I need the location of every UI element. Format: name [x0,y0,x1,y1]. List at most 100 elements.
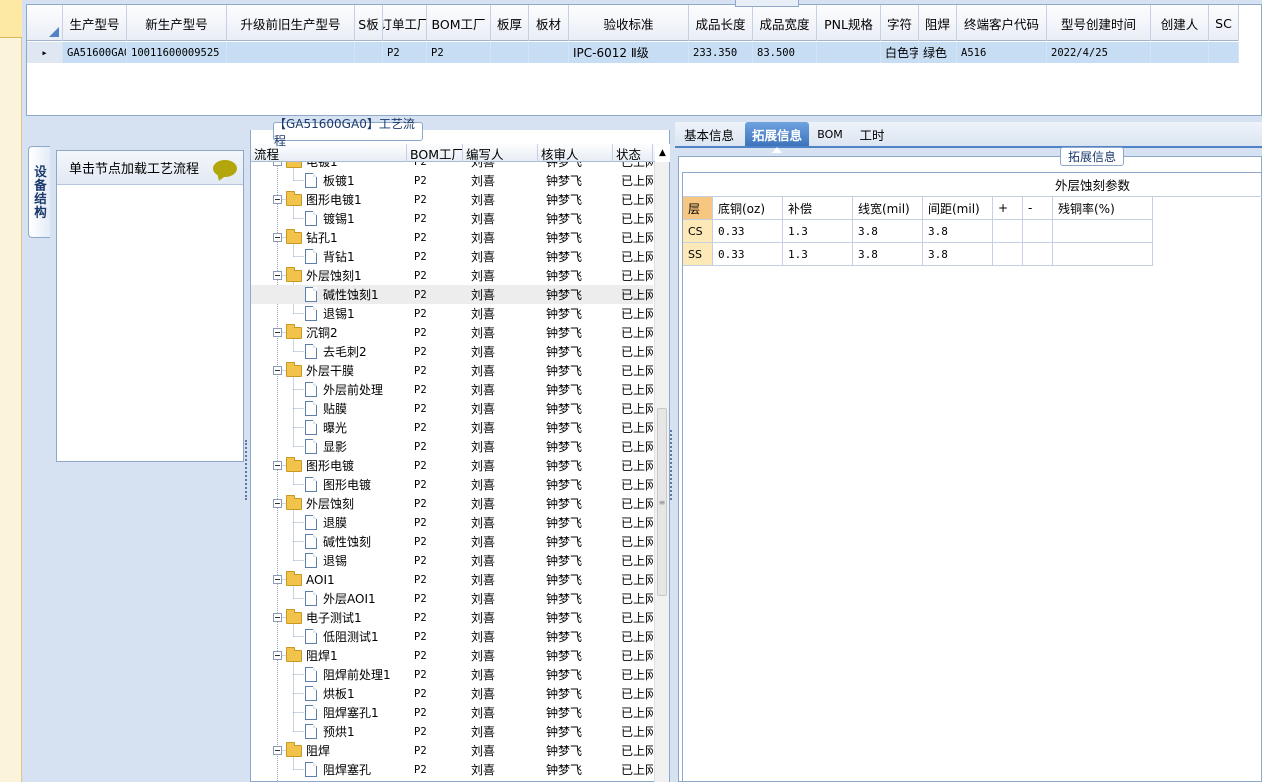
collapse-toggle-icon[interactable] [273,651,282,660]
tab-extended-info[interactable]: 拓展信息 [745,122,809,153]
process-row[interactable]: 碱性蚀刻1 P2 刘喜 钟梦飞 已上网 [251,285,653,304]
tab-equipment-structure[interactable]: 设备结构 [28,146,50,238]
right-splitter-grip[interactable] [670,430,672,500]
grid-cell[interactable]: A516 [957,42,1047,63]
etching-cell[interactable] [993,220,1023,243]
etching-cell[interactable]: 1.3 [783,220,853,243]
process-row[interactable]: 外层蚀刻 P2 刘喜 钟梦飞 已上网 [251,494,653,513]
tab-basic-info[interactable]: 基本信息 [679,122,739,146]
grid-col-header[interactable]: 成品宽度 [753,5,817,41]
structure-tree-header[interactable]: 单击节点加载工艺流程 [57,151,243,185]
collapse-toggle-icon[interactable] [273,328,282,337]
etching-cell[interactable]: 3.8 [923,243,993,266]
process-row[interactable]: 去毛刺2 P2 刘喜 钟梦飞 已上网 [251,342,653,361]
grid-col-header[interactable]: 板材 [529,5,569,41]
collapse-toggle-icon[interactable] [273,195,282,204]
grid-cell[interactable]: 绿色 [919,42,957,63]
grid-cell[interactable]: GA51600GA0 [63,42,127,63]
grid-cell[interactable]: 2022/4/25 [1047,42,1151,63]
grid-cell[interactable] [1209,42,1239,63]
collapse-toggle-icon[interactable] [273,366,282,375]
grid-col-header[interactable]: S板 [355,5,383,41]
process-row[interactable]: 曝光 P2 刘喜 钟梦飞 已上网 [251,418,653,437]
grid-col-header[interactable]: 成品长度 [689,5,753,41]
etching-cell[interactable]: CS [683,220,713,243]
model-grid-row[interactable]: ▸ GA51600GA0 10011600009525 P2 P2 IPC-6012 Ⅱ级… [27,42,1239,63]
etching-cell[interactable]: 3.8 [923,220,993,243]
process-row[interactable]: 退锡1 P2 刘喜 钟梦飞 已上网 [251,304,653,323]
etching-cell[interactable]: 0.33 [713,243,783,266]
grid-col-header[interactable]: BOM工厂 [427,5,491,41]
top-splitter-handle[interactable] [735,0,799,7]
grid-col-header[interactable]: 终端客户代码 [957,5,1047,41]
process-col-header[interactable]: 编写人 [463,144,538,162]
grid-cell[interactable]: 83.500 [753,42,817,63]
process-row[interactable]: 外层AOI1 P2 刘喜 钟梦飞 已上网 [251,589,653,608]
grid-col-header[interactable]: 字符 [881,5,919,41]
grid-cell[interactable]: 白色字符 [881,42,919,63]
grid-cell[interactable] [529,42,569,63]
etching-cell[interactable]: 3.8 [853,243,923,266]
grid-cell[interactable] [1151,42,1209,63]
grid-cell[interactable]: P2 [383,42,427,63]
grid-col-header[interactable]: 新生产型号 [127,5,227,41]
grid-cell[interactable]: 233.350 [689,42,753,63]
grid-col-header[interactable]: 验收标准 [569,5,689,41]
grid-cell[interactable] [491,42,529,63]
collapse-toggle-icon[interactable] [273,575,282,584]
etching-cell[interactable]: 0.33 [713,220,783,243]
collapse-toggle-icon[interactable] [273,613,282,622]
grid-col-header[interactable]: 创建人 [1151,5,1209,41]
collapse-toggle-icon[interactable] [273,233,282,242]
process-row[interactable]: 烘板1 P2 刘喜 钟梦飞 已上网 [251,684,653,703]
collapse-toggle-icon[interactable] [273,499,282,508]
etching-cell[interactable] [993,243,1023,266]
grid-cell[interactable]: 10011600009525 [127,42,227,63]
process-row[interactable]: 图形电镀1 P2 刘喜 钟梦飞 已上网 [251,190,653,209]
etching-cell[interactable] [1023,220,1053,243]
grid-cell[interactable] [817,42,881,63]
process-row[interactable]: 外层蚀刻1 P2 刘喜 钟梦飞 已上网 [251,266,653,285]
grid-col-header[interactable]: 板厚 [491,5,529,41]
process-row[interactable]: 外层干膜 P2 刘喜 钟梦飞 已上网 [251,361,653,380]
etching-cell[interactable] [1023,243,1053,266]
process-row[interactable]: 显影 P2 刘喜 钟梦飞 已上网 [251,437,653,456]
row-indicator-icon[interactable]: ▸ [27,42,63,63]
grid-cell[interactable] [227,42,355,63]
process-row[interactable]: 图形电镀 P2 刘喜 钟梦飞 已上网 [251,475,653,494]
process-row[interactable]: 阻焊1 P2 刘喜 钟梦飞 已上网 [251,646,653,665]
scroll-thumb[interactable]: ≡ [657,408,667,596]
grid-cell[interactable]: IPC-6012 Ⅱ级 [569,42,689,63]
grid-col-header[interactable]: PNL规格 [817,5,881,41]
grid-col-header[interactable]: SC [1209,5,1239,41]
process-row[interactable]: 板镀1 P2 刘喜 钟梦飞 已上网 [251,171,653,190]
process-row[interactable]: 沉铜2 P2 刘喜 钟梦飞 已上网 [251,323,653,342]
process-row[interactable]: AOI1 P2 刘喜 钟梦飞 已上网 [251,570,653,589]
grid-col-header[interactable]: 阻焊 [919,5,957,41]
process-row[interactable]: 退膜 P2 刘喜 钟梦飞 已上网 [251,513,653,532]
process-row[interactable]: 低阻测试1 P2 刘喜 钟梦飞 已上网 [251,627,653,646]
etching-data-row[interactable]: CS 0.33 1.3 3.8 3.8 [683,220,1153,243]
process-row[interactable]: 退锡 P2 刘喜 钟梦飞 已上网 [251,551,653,570]
process-row[interactable]: 镀锡1 P2 刘喜 钟梦飞 已上网 [251,209,653,228]
process-row[interactable]: 图形电镀 P2 刘喜 钟梦飞 已上网 [251,456,653,475]
collapse-toggle-icon[interactable] [273,162,282,166]
process-row[interactable]: 碱性蚀刻 P2 刘喜 钟梦飞 已上网 [251,532,653,551]
collapse-toggle-icon[interactable] [273,461,282,470]
tab-work-hours[interactable]: 工时 [855,122,889,146]
grid-col-header[interactable]: 生产型号 [63,5,127,41]
process-col-header[interactable]: 核审人 [538,144,613,162]
etching-cell[interactable]: 3.8 [853,220,923,243]
process-row[interactable]: 背钻1 P2 刘喜 钟梦飞 已上网 [251,247,653,266]
process-row[interactable]: 阻焊塞孔1 P2 刘喜 钟梦飞 已上网 [251,703,653,722]
collapse-toggle-icon[interactable] [273,271,282,280]
process-tree-scrollbar[interactable]: ▲ ≡ [654,144,670,782]
collapse-toggle-icon[interactable] [273,746,282,755]
grid-col-header[interactable]: 订单工厂 [383,5,427,41]
etching-cell[interactable] [1053,243,1153,266]
process-row[interactable]: 阻焊塞孔 P2 刘喜 钟梦飞 已上网 [251,760,653,779]
etching-cell[interactable]: SS [683,243,713,266]
process-col-header[interactable]: 状态 [613,144,653,162]
grid-col-header[interactable]: 型号创建时间 [1047,5,1151,41]
etching-data-row[interactable]: SS 0.33 1.3 3.8 3.8 [683,243,1153,266]
